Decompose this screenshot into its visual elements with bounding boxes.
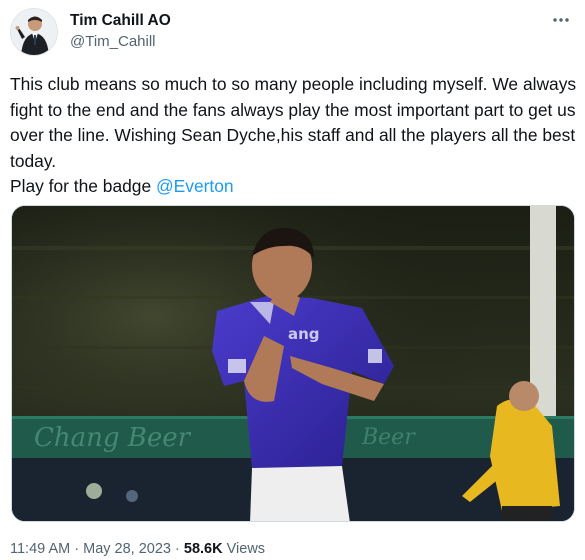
tweet-text-content: This club means so much to so many peopl…	[10, 74, 577, 196]
tweet-text: This club means so much to so many peopl…	[10, 72, 578, 200]
views-count: 58.6K	[183, 541, 223, 557]
meta-separator: ·	[175, 541, 180, 557]
meta-separator: ·	[74, 541, 80, 557]
avatar-image	[11, 9, 57, 55]
author-handle[interactable]: @Tim_Cahill	[70, 32, 171, 52]
author-avatar[interactable]	[10, 8, 58, 56]
tweet-photo[interactable]: Chang Beer Beer ang	[11, 205, 575, 522]
tweet-date[interactable]: May 28, 2023	[83, 541, 171, 557]
more-options-button[interactable]	[549, 10, 573, 30]
mention-link[interactable]: @Everton	[156, 176, 234, 196]
author-display-name[interactable]: Tim Cahill AO	[70, 11, 171, 31]
svg-text:Beer: Beer	[361, 425, 416, 450]
svg-text:ang: ang	[288, 325, 320, 343]
tweet-header: Tim Cahill AO @Tim_Cahill	[10, 8, 575, 58]
views-label: Views	[226, 541, 266, 557]
author-names: Tim Cahill AO @Tim_Cahill	[70, 11, 171, 52]
tweet-card: Tim Cahill AO @Tim_Cahill This club mean…	[0, 0, 585, 560]
more-horizontal-icon	[553, 18, 569, 22]
tweet-meta: 11:49 AM · May 28, 2023 · 58.6K Views	[10, 540, 265, 558]
svg-text:Chang Beer: Chang Beer	[34, 423, 192, 453]
football-celebration-photo: Chang Beer Beer ang	[12, 206, 574, 521]
tweet-time[interactable]: 11:49 AM	[10, 541, 70, 557]
